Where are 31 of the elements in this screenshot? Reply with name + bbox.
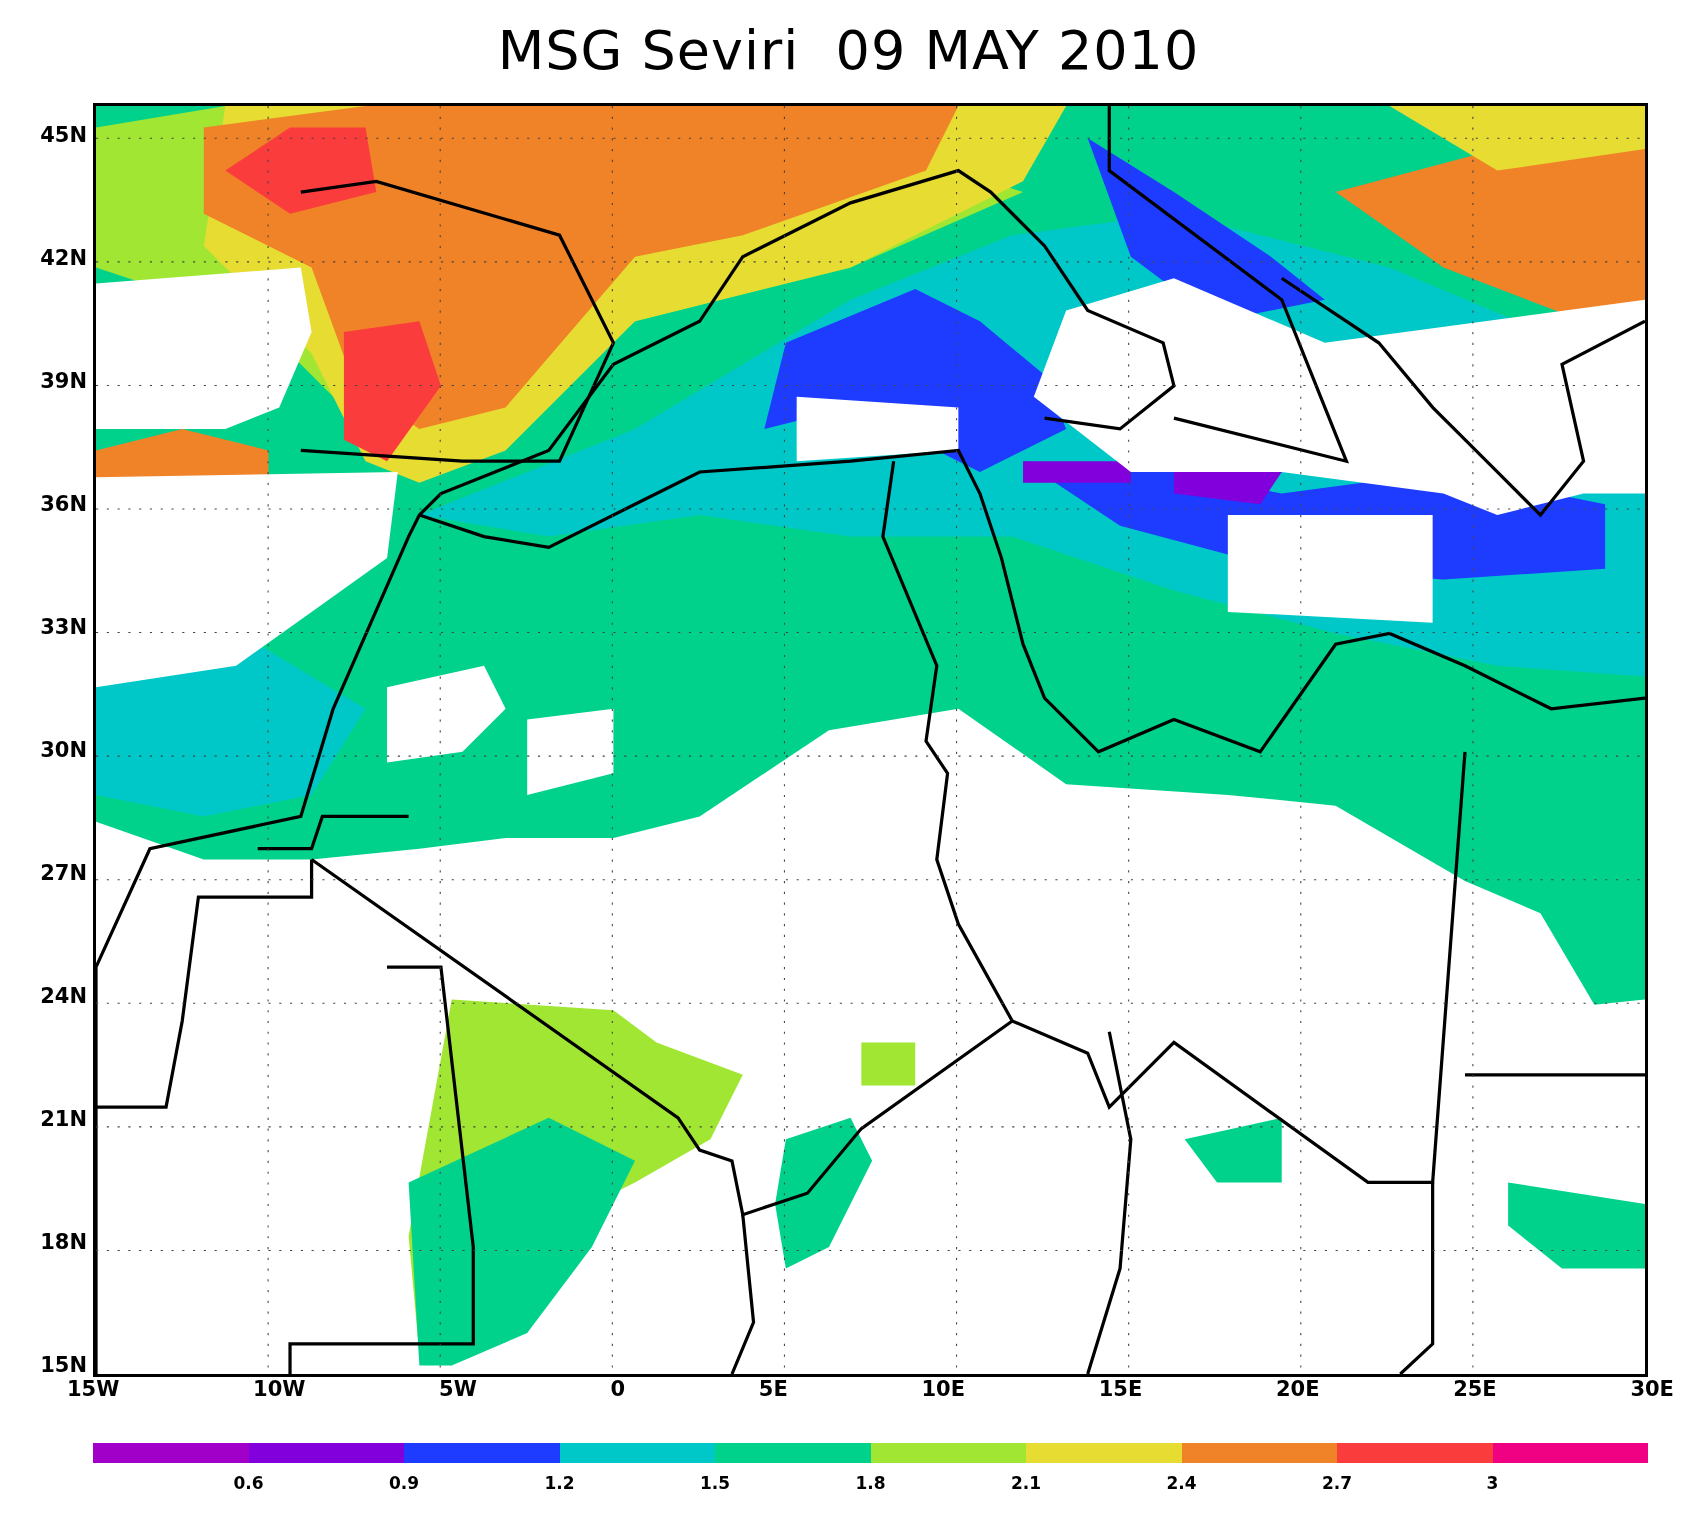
latitude-label: 27N: [40, 861, 87, 885]
longitude-label: 30E: [1630, 1377, 1674, 1403]
colorbar-label: 2.4: [1165, 1473, 1198, 1493]
latitude-label: 30N: [40, 738, 87, 762]
latitude-label: 33N: [40, 615, 87, 639]
colorbar-label: 1.2: [543, 1473, 576, 1493]
latitude-label: 18N: [40, 1230, 87, 1254]
latitude-label: 21N: [40, 1107, 87, 1131]
colorbar-label: 0.9: [387, 1473, 421, 1493]
longitude-label: 10E: [921, 1377, 965, 1403]
colorbar-label: 3: [1485, 1473, 1500, 1493]
latitude-label: 36N: [40, 492, 87, 516]
chart-title: MSG Seviri 09 MAY 2010: [497, 18, 1200, 82]
colorbar-label: 2.1: [1009, 1473, 1043, 1493]
latitude-label: 45N: [40, 123, 87, 147]
latitude-label: 15N: [40, 1353, 87, 1377]
colorbar-label: 2.7: [1320, 1473, 1354, 1493]
longitude-label: 15W: [67, 1377, 120, 1403]
colorbar-label: 1.5: [698, 1473, 732, 1493]
latitude-label: 42N: [40, 246, 87, 270]
latitude-label: 39N: [40, 369, 87, 393]
longitude-label: 25E: [1453, 1377, 1497, 1403]
colorbar-label: 1.8: [854, 1473, 887, 1493]
longitude-label: 15E: [1098, 1377, 1143, 1403]
longitude-label: 10W: [253, 1377, 306, 1403]
longitude-label: 5W: [439, 1377, 477, 1403]
latitude-label: 24N: [40, 984, 87, 1008]
longitude-label: 20E: [1275, 1377, 1320, 1403]
longitude-label: 5E: [758, 1377, 788, 1403]
longitude-label: 0: [610, 1377, 626, 1403]
colorbar-label: 0.6: [232, 1473, 265, 1493]
